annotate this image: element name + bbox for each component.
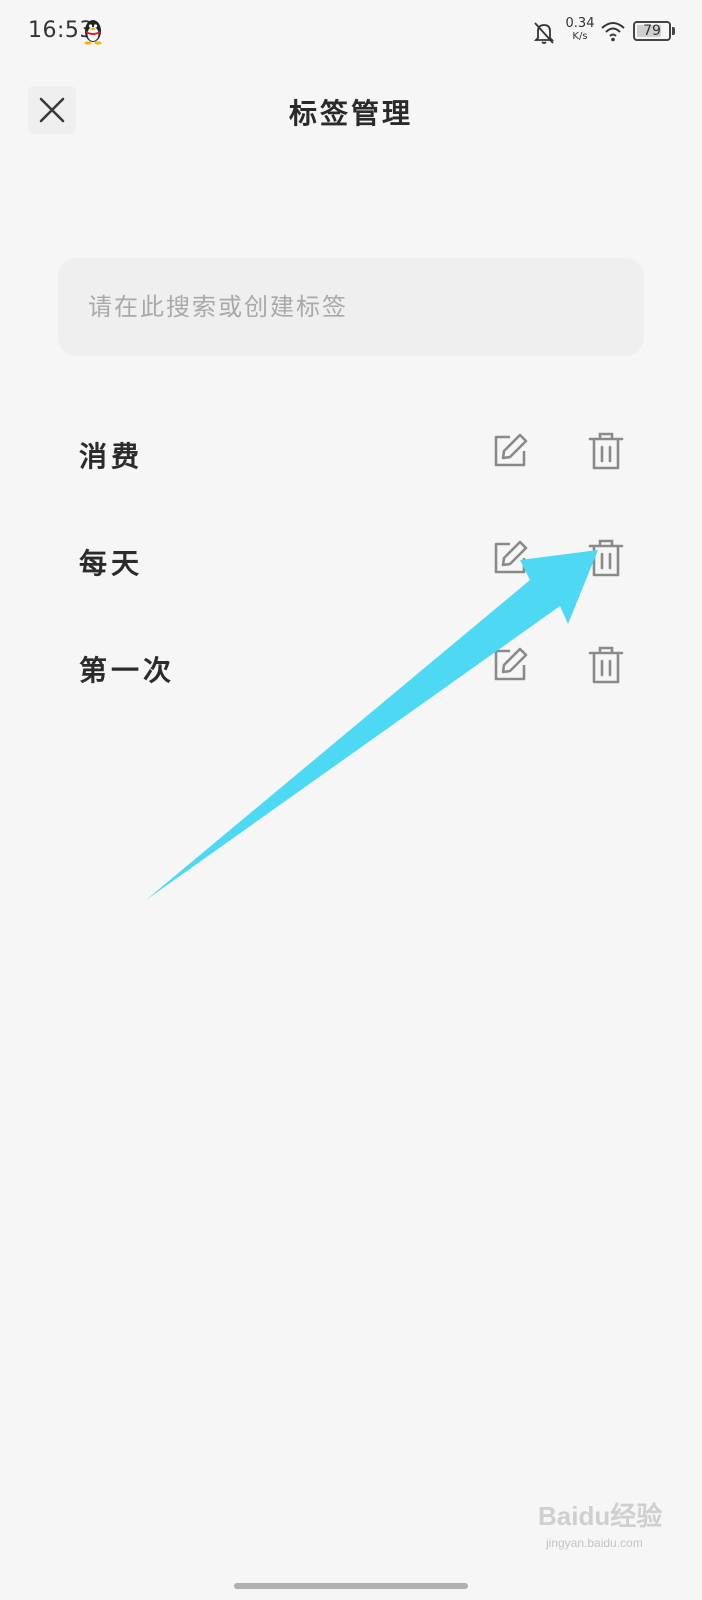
tag-label: 每天 <box>79 547 144 580</box>
edit-icon[interactable] <box>490 538 530 578</box>
tag-row: 消费 <box>0 405 702 512</box>
network-speed-unit: K/s <box>572 31 588 42</box>
tag-row: 第一次 <box>0 619 702 726</box>
search-input[interactable] <box>88 258 608 356</box>
tag-list: 消费 每天 第一次 <box>0 405 702 726</box>
trash-icon[interactable] <box>588 431 624 471</box>
edit-icon[interactable] <box>490 431 530 471</box>
annotation-arrow <box>146 550 598 900</box>
wifi-icon <box>601 22 625 42</box>
trash-icon[interactable] <box>588 538 624 578</box>
battery-indicator: 79 <box>633 21 671 41</box>
watermark-logo: Baidu经验 <box>538 1501 663 1531</box>
bell-muted-icon <box>533 22 555 44</box>
edit-icon[interactable] <box>490 645 530 685</box>
home-indicator[interactable] <box>234 1583 468 1589</box>
battery-level: 79 <box>643 23 661 39</box>
tag-label: 消费 <box>79 440 144 473</box>
watermark-url: jingyan.baidu.com <box>546 1536 643 1550</box>
trash-icon[interactable] <box>588 645 624 685</box>
tag-row: 每天 <box>0 512 702 619</box>
page-title: 标签管理 <box>288 97 413 130</box>
network-speed-value: 0.34 <box>565 16 595 31</box>
tag-label: 第一次 <box>79 654 176 687</box>
status-bar: 16:53 0.34 K/s 79 <box>0 0 702 64</box>
battery-tip <box>672 27 675 35</box>
qq-penguin-icon <box>84 20 102 45</box>
network-speed: 0.34 K/s <box>565 17 595 43</box>
search-box[interactable] <box>58 258 644 356</box>
